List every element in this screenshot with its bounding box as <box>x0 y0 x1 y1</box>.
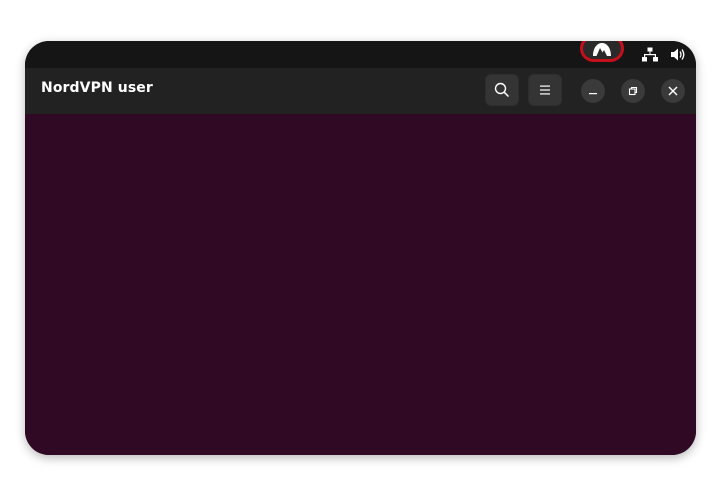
close-button[interactable] <box>661 79 685 103</box>
terminal-content-area[interactable] <box>25 114 696 455</box>
window-title: NordVPN user <box>41 80 153 96</box>
network-tray-button[interactable] <box>641 46 659 63</box>
volume-icon <box>670 47 686 62</box>
system-top-bar <box>25 41 696 68</box>
search-button[interactable] <box>485 74 519 106</box>
window-header-bar: NordVPN user <box>25 68 696 115</box>
maximize-button[interactable] <box>621 79 645 103</box>
nordvpn-mountain-icon <box>591 41 613 57</box>
search-icon <box>494 82 510 98</box>
volume-tray-button[interactable] <box>669 46 687 63</box>
close-icon <box>668 86 678 96</box>
menu-button[interactable] <box>528 74 562 106</box>
restore-icon <box>628 86 638 96</box>
terminal-window: NordVPN user <box>25 41 696 455</box>
minimize-button[interactable] <box>581 79 605 103</box>
nordvpn-tray-button[interactable] <box>580 41 624 62</box>
network-wired-icon <box>642 47 658 62</box>
minimize-icon <box>588 86 598 96</box>
hamburger-menu-icon <box>538 84 552 96</box>
